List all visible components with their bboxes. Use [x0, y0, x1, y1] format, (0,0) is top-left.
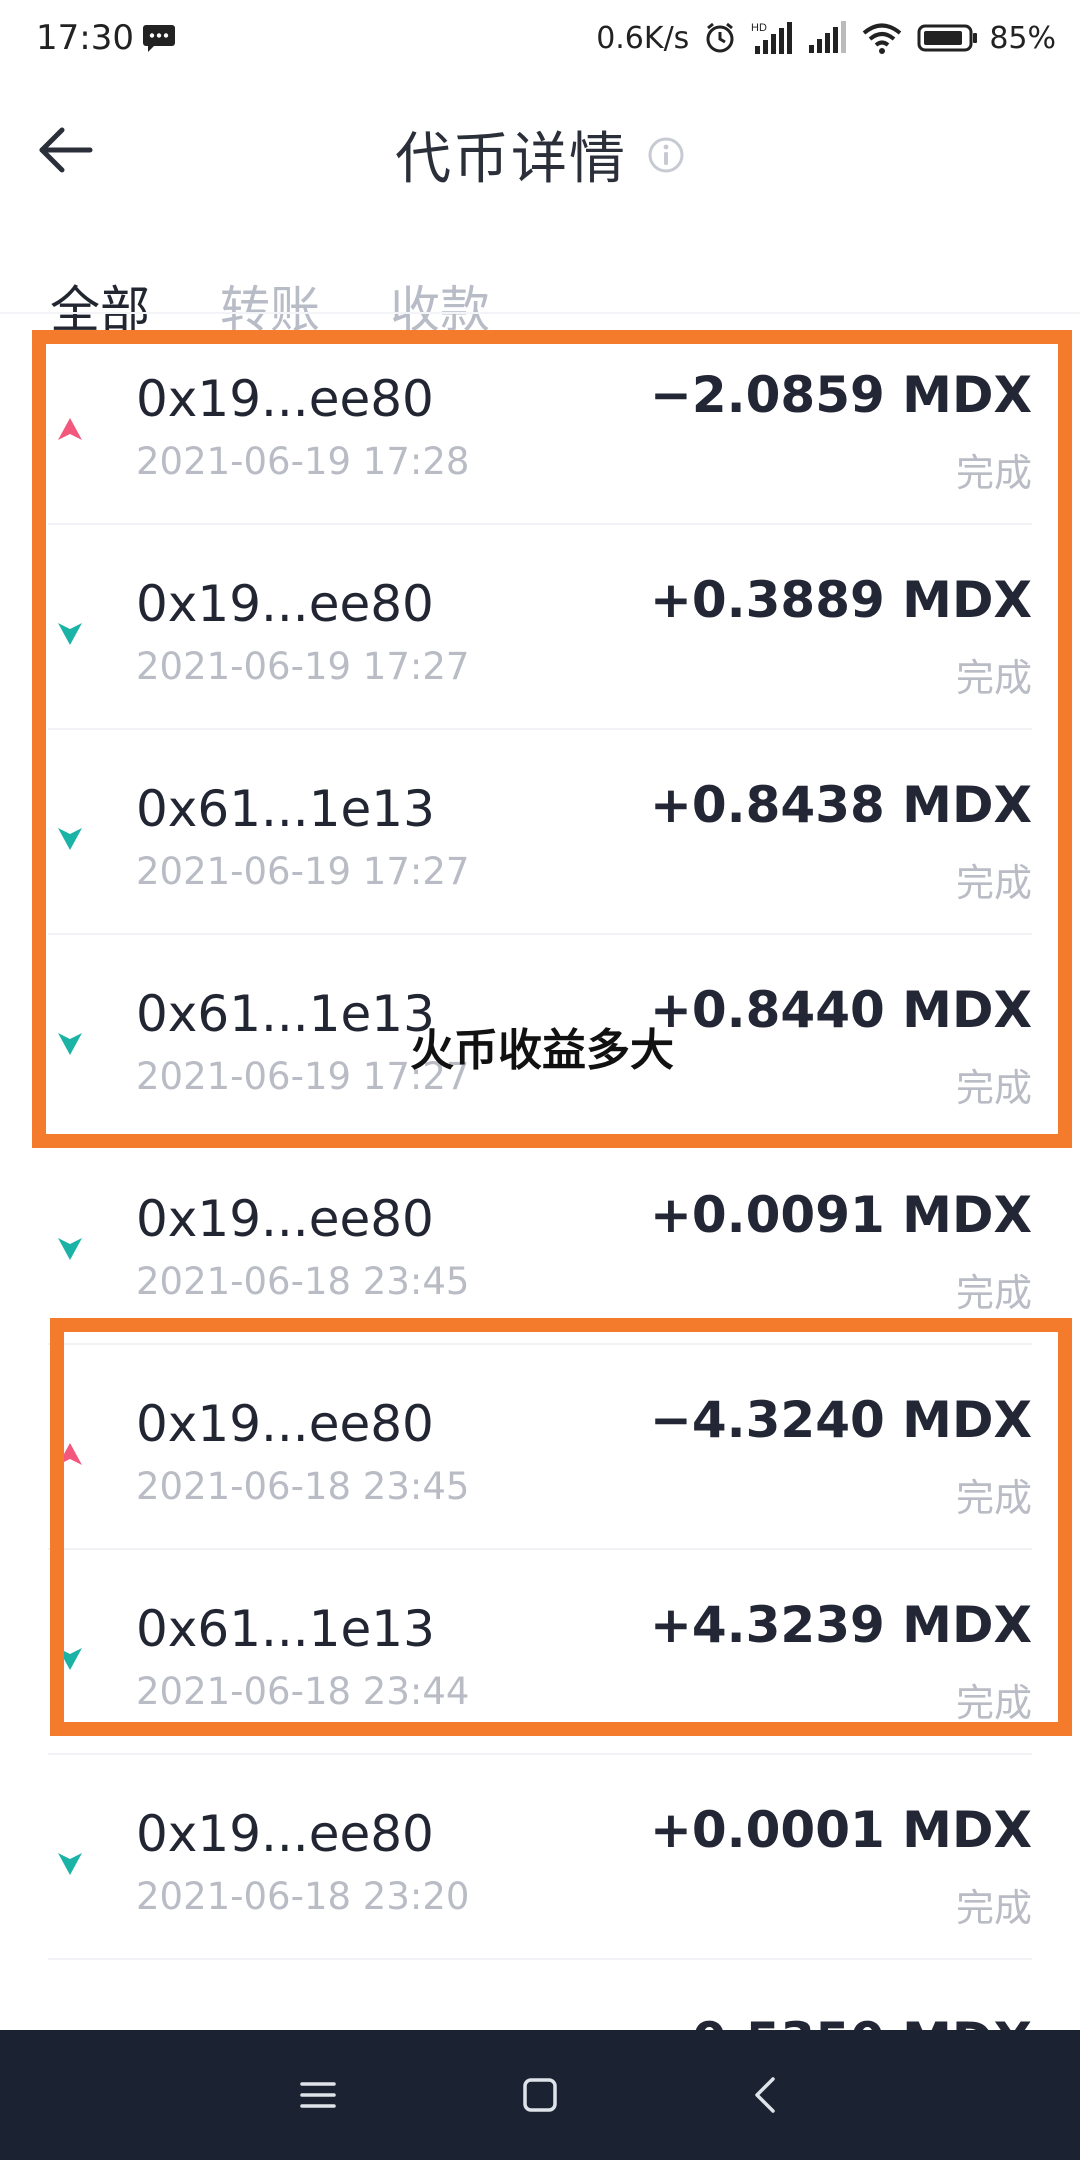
tx-status: 完成: [955, 1681, 1032, 1725]
tx-status: 完成: [955, 1886, 1032, 1930]
tx-status: 完成: [955, 1066, 1032, 1110]
net-speed: 0.6K/s: [596, 20, 690, 56]
tx-time: 2021-06-19 17:27: [136, 850, 470, 893]
tx-amount: +0.0091 MDX: [649, 1186, 1032, 1244]
arrow-left-icon[interactable]: [36, 124, 96, 176]
arrow-down-icon: [58, 1648, 82, 1670]
list-item[interactable]: 0x61...1e13 2021-06-18 23:44 +4.3239 MDX…: [0, 1550, 1080, 1755]
arrow-down-icon: [58, 1853, 82, 1875]
tx-address: 0x61...1e13: [136, 985, 435, 1043]
list-item[interactable]: 0x61...1e13 2021-06-19 17:27 +0.8438 MDX…: [0, 730, 1080, 935]
tx-status: 完成: [955, 451, 1032, 495]
tx-status: 完成: [955, 1476, 1032, 1520]
tx-time: 2021-06-18 23:45: [136, 1260, 470, 1303]
battery-percent: 85%: [989, 20, 1056, 56]
tx-address: 0x61...1e13: [136, 1600, 435, 1658]
tx-time: 2021-06-19 17:28: [136, 440, 470, 483]
tx-address: 0x19...ee80: [136, 1805, 434, 1863]
tx-time: 2021-06-18 23:44: [136, 1670, 470, 1713]
arrow-down-icon: [58, 623, 82, 645]
tx-address: 0x61...1e13: [136, 780, 435, 838]
tx-status: 完成: [955, 656, 1032, 700]
tx-amount: −2.0859 MDX: [649, 366, 1032, 424]
signal-icon: [809, 21, 847, 53]
tx-status: 完成: [955, 861, 1032, 905]
wifi-icon: [863, 23, 902, 54]
tx-address: 0x19...ee80: [136, 1395, 434, 1453]
tx-time: 2021-06-18 23:20: [136, 1875, 470, 1918]
menu-icon[interactable]: [293, 2070, 343, 2120]
tx-amount: +0.0001 MDX: [649, 1801, 1032, 1859]
tx-amount: +0.8440 MDX: [649, 981, 1032, 1039]
arrow-down-icon: [58, 1033, 82, 1055]
tx-address: 0x19...ee80: [136, 1190, 434, 1248]
tx-address: 0x19...ee80: [136, 575, 434, 633]
divider: [0, 312, 1080, 314]
page-title: 代币详情: [395, 127, 627, 192]
home-square-icon[interactable]: [515, 2070, 565, 2120]
alarm-icon: [706, 22, 734, 53]
battery-icon: [917, 24, 978, 52]
hd-signal-icon: HD: [751, 22, 793, 54]
tx-amount: +0.8438 MDX: [649, 776, 1032, 834]
arrow-down-icon: [58, 828, 82, 850]
tx-amount: +0.3889 MDX: [649, 571, 1032, 629]
list-item[interactable]: 0x19...ee80 2021-06-19 17:28 −2.0859 MDX…: [0, 320, 1080, 525]
info-icon[interactable]: [647, 136, 685, 174]
tx-status: 完成: [955, 1271, 1032, 1315]
list-item[interactable]: 0x19...ee80 2021-06-18 23:45 +0.0091 MDX…: [0, 1140, 1080, 1345]
system-nav-bar: [0, 2030, 1080, 2160]
status-time: 17:30: [36, 18, 134, 58]
header: 代币详情: [0, 100, 1080, 200]
status-bar: 17:30 0.6K/s HD 85%: [0, 0, 1080, 80]
back-chevron-icon[interactable]: [742, 2070, 792, 2120]
title-wrap: 代币详情: [395, 114, 685, 195]
tx-time: 2021-06-18 23:45: [136, 1465, 470, 1508]
arrow-down-icon: [58, 1238, 82, 1260]
list-item[interactable]: 0x19...ee80 2021-06-19 17:27 +0.3889 MDX…: [0, 525, 1080, 730]
arrow-up-icon: [58, 418, 82, 440]
svg-text:HD: HD: [751, 22, 767, 34]
overlay-caption: 火币收益多大: [410, 1025, 674, 1076]
arrow-up-icon: [58, 1443, 82, 1465]
tx-amount: +4.3239 MDX: [649, 1596, 1032, 1654]
list-item[interactable]: 0x19...ee80 2021-06-18 23:45 −4.3240 MDX…: [0, 1345, 1080, 1550]
message-icon: [143, 25, 175, 52]
tx-address: 0x19...ee80: [136, 370, 434, 428]
tx-time: 2021-06-19 17:27: [136, 645, 470, 688]
tx-amount: −4.3240 MDX: [649, 1391, 1032, 1449]
list-item[interactable]: 0x19...ee80 2021-06-18 23:20 +0.0001 MDX…: [0, 1755, 1080, 1960]
